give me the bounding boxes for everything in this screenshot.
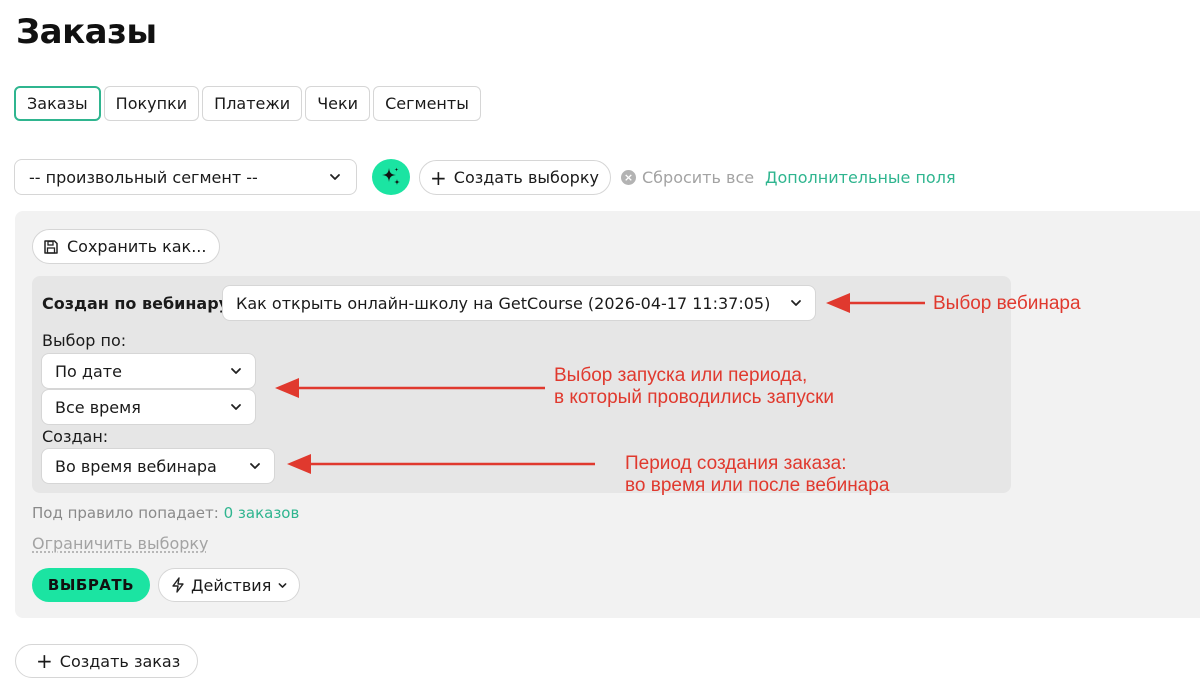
choose-by-select[interactable]: По дате: [41, 353, 256, 389]
actions-label: Действия: [191, 575, 272, 595]
select-button[interactable]: ВЫБРАТЬ: [32, 568, 150, 602]
chevron-down-icon: [231, 404, 241, 410]
match-count-text: Под правило попадает: 0 заказов: [32, 504, 299, 522]
extra-fields-link[interactable]: Дополнительные поля: [765, 168, 956, 187]
period-select-value: Все время: [55, 397, 141, 417]
floppy-disk-icon: [44, 239, 58, 254]
webinar-select[interactable]: Как открыть онлайн-школу на GetCourse (2…: [222, 285, 816, 321]
page-title: Заказы: [16, 12, 157, 52]
create-order-button[interactable]: + Создать заказ: [15, 644, 199, 678]
limit-selection-link[interactable]: Ограничить выборку: [32, 534, 209, 553]
create-selection-button[interactable]: + Создать выборку: [419, 160, 611, 195]
chevron-down-icon: [250, 463, 260, 469]
create-order-label: Создать заказ: [59, 651, 181, 671]
chevron-down-icon: [330, 174, 340, 180]
annotation-period-line1: Период создания заказа:: [625, 453, 847, 474]
choose-by-label: Выбор по:: [42, 331, 127, 350]
period-select[interactable]: Все время: [41, 389, 256, 425]
tab-purchases[interactable]: Покупки: [103, 86, 200, 121]
sparkle-icon: [382, 167, 400, 185]
chevron-down-icon: [791, 300, 801, 306]
choose-by-select-value: По дате: [55, 361, 122, 381]
close-circle-icon: ×: [621, 170, 636, 185]
created-select-value: Во время вебинара: [55, 456, 217, 476]
annotation-launch-line2: в который проводились запуски: [554, 387, 835, 408]
webinar-select-value: Как открыть онлайн-школу на GetCourse (2…: [236, 293, 771, 313]
annotation-launch-line1: Выбор запуска или периода,: [554, 365, 808, 386]
webinar-label: Создан по вебинару: [42, 294, 230, 313]
tab-segments[interactable]: Сегменты: [373, 86, 481, 121]
save-as-button[interactable]: Сохранить как...: [32, 229, 221, 264]
match-count-link[interactable]: 0 заказов: [224, 504, 300, 522]
tabs: Заказы Покупки Платежи Чеки Сегменты: [14, 86, 481, 121]
match-label: Под правило попадает:: [32, 504, 219, 522]
segment-select-value: -- произвольный сегмент --: [29, 167, 258, 187]
created-label: Создан:: [42, 427, 109, 446]
tab-payments[interactable]: Платежи: [202, 86, 303, 121]
chevron-down-icon: [231, 368, 241, 374]
reset-all-button[interactable]: × Сбросить все: [621, 168, 754, 187]
chevron-down-icon: [278, 582, 287, 588]
create-selection-label: Создать выборку: [453, 168, 599, 187]
tab-orders[interactable]: Заказы: [14, 86, 101, 121]
actions-dropdown-button[interactable]: Действия: [158, 568, 301, 602]
created-select[interactable]: Во время вебинара: [41, 448, 275, 484]
reset-all-label: Сбросить все: [642, 168, 755, 187]
plus-icon: +: [430, 165, 447, 190]
ai-assistant-button[interactable]: [372, 159, 410, 195]
plus-icon: +: [36, 649, 53, 673]
annotation-webinar: Выбор вебинара: [933, 293, 1081, 314]
lightning-icon: [172, 577, 184, 593]
annotation-period-line2: во время или после вебинара: [625, 475, 890, 496]
tab-receipts[interactable]: Чеки: [305, 86, 371, 121]
save-as-label: Сохранить как...: [67, 237, 207, 256]
segment-select[interactable]: -- произвольный сегмент --: [14, 159, 357, 195]
